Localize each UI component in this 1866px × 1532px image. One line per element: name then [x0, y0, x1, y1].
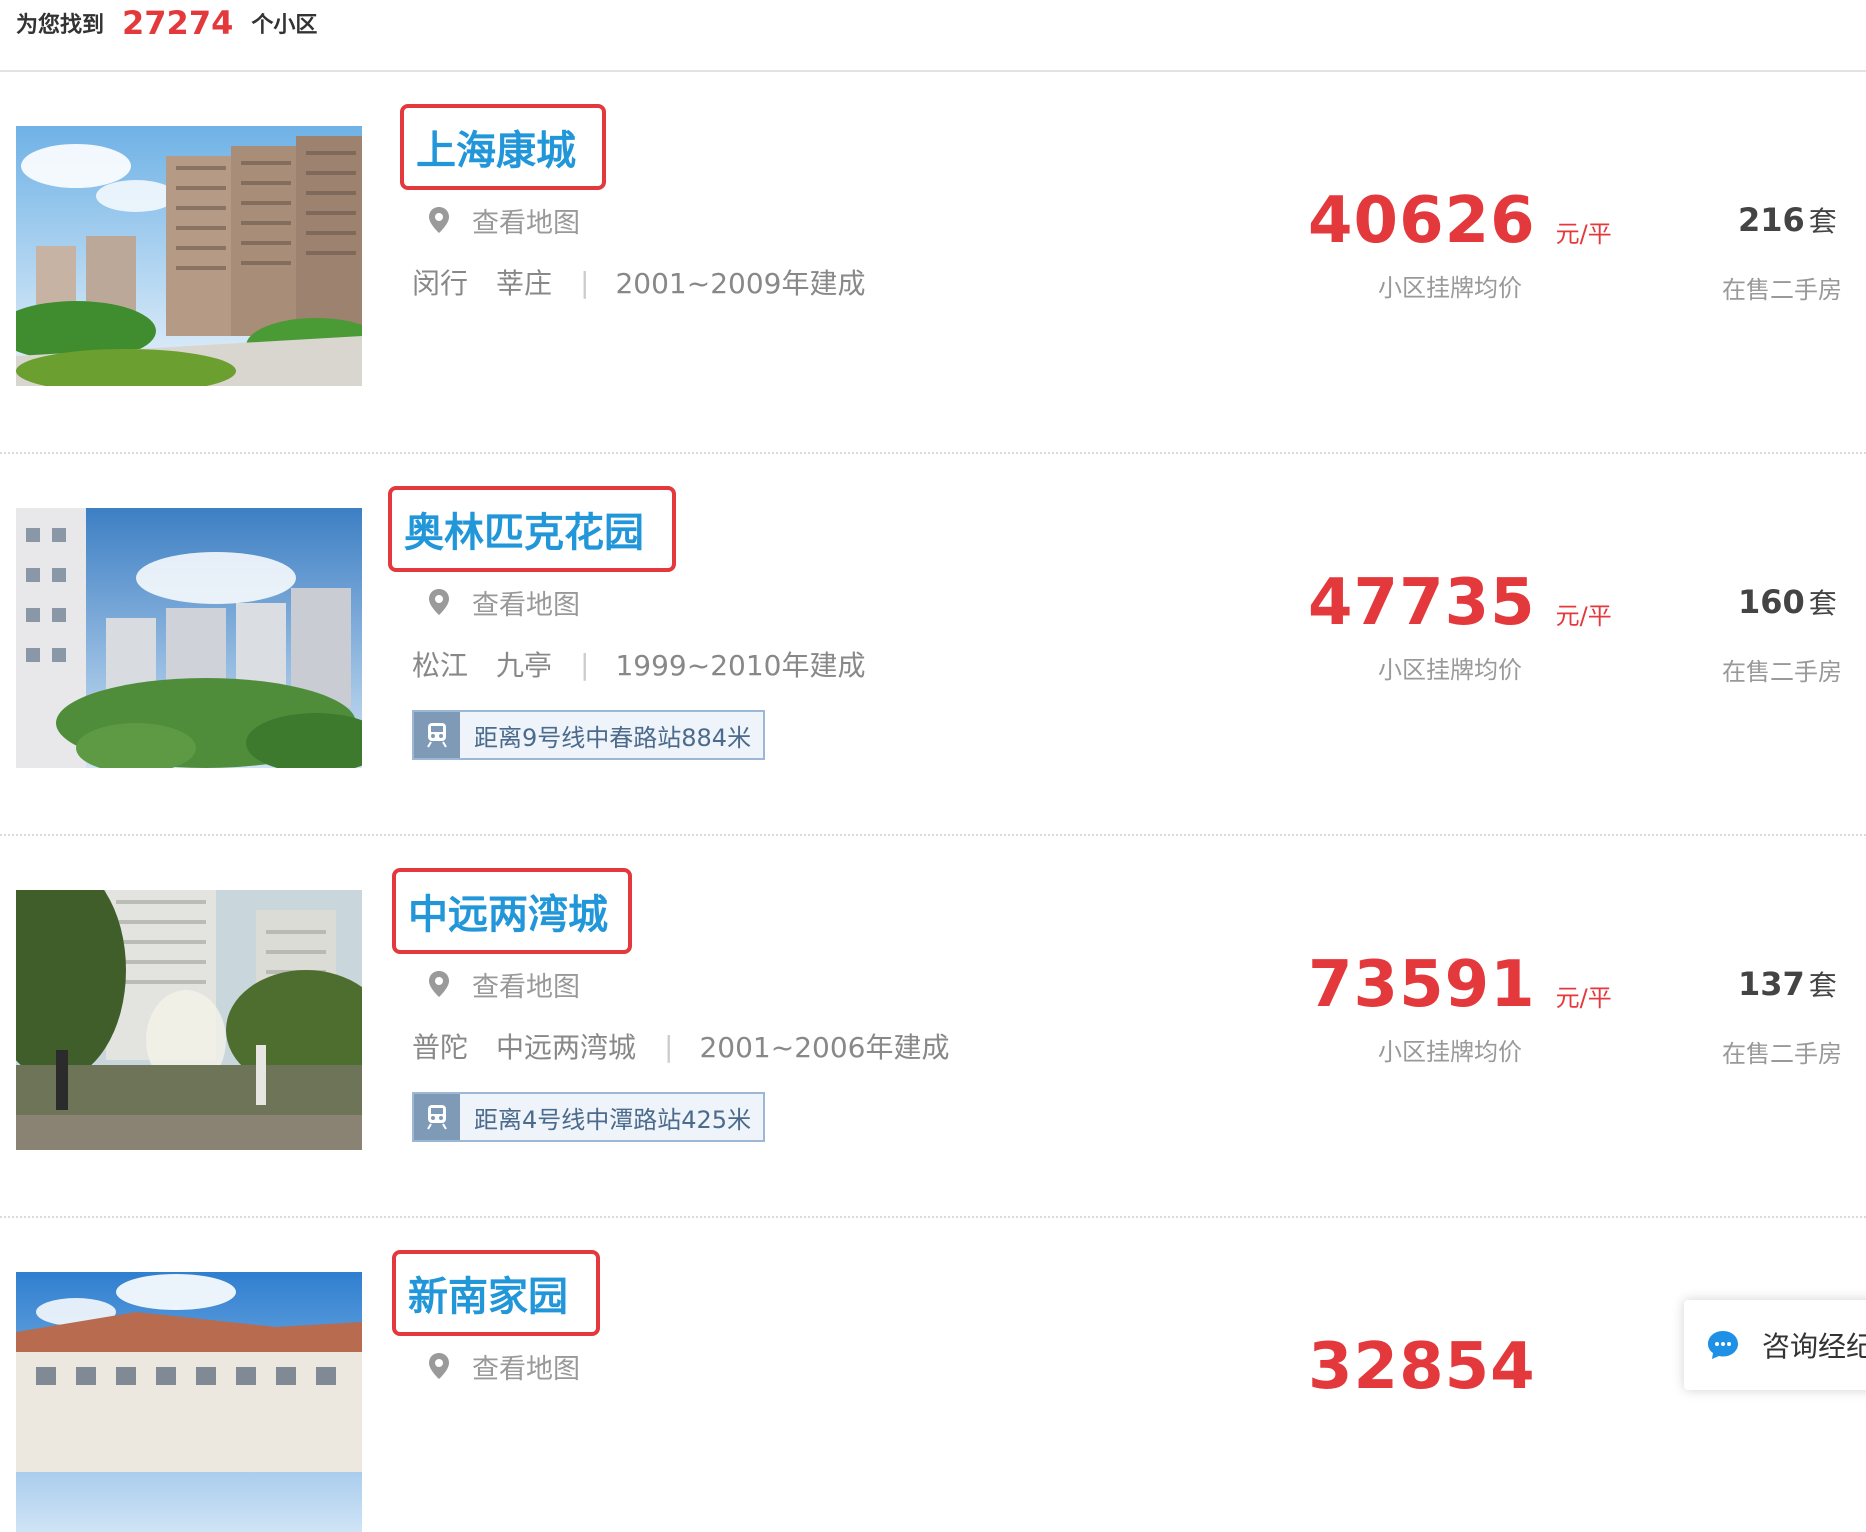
listing-title-box: 新南家园: [392, 1250, 600, 1336]
avg-price: 73591 元/平: [1308, 948, 1612, 1022]
meta-separator: |: [580, 647, 590, 681]
listing-title-box: 上海康城: [400, 104, 606, 190]
listing-title-link[interactable]: 中远两湾城: [408, 882, 608, 940]
listing-meta: 闵行 莘庄 | 2001~2009年建成: [412, 260, 865, 304]
meta-separator: |: [580, 265, 590, 299]
view-map-label: 查看地图: [472, 1353, 580, 1385]
district[interactable]: 闵行: [412, 262, 468, 302]
consult-agent-label: 咨询经纪人: [1762, 1330, 1866, 1363]
avg-price: 32854: [1308, 1330, 1536, 1404]
avg-price: 40626 元/平: [1308, 184, 1612, 258]
listing-photo[interactable]: [16, 126, 362, 386]
on-sale-count[interactable]: 160 套: [1738, 582, 1837, 622]
on-sale-count[interactable]: 216 套: [1738, 200, 1837, 240]
view-map-link[interactable]: 查看地图: [428, 1344, 580, 1388]
listing-item: 新南家园 查看地图 32854: [0, 1218, 1866, 1532]
build-years: 2001~2006年建成: [699, 1031, 950, 1064]
listing-photo[interactable]: [16, 508, 362, 768]
listing-item: 上海康城 查看地图 闵行 莘庄 | 2001~2009年建成 40626 元/平…: [0, 72, 1866, 454]
summary-suffix: 个小区: [251, 13, 318, 38]
price-value: 47735: [1308, 566, 1536, 640]
chat-bubble-icon: [1708, 1331, 1738, 1359]
listing-title-link[interactable]: 奥林匹克花园: [404, 500, 644, 558]
price-unit: 元/平: [1555, 984, 1612, 1012]
district[interactable]: 普陀: [412, 1026, 468, 1066]
price-unit: 元/平: [1555, 602, 1612, 630]
subway-train-icon: [414, 1094, 460, 1140]
location-pin-icon: [429, 589, 449, 615]
subway-distance: 距离4号线中潭路站425米: [474, 1105, 752, 1134]
stock-value: 137: [1738, 965, 1805, 1003]
price-label: 小区挂牌均价: [1378, 274, 1522, 302]
stock-label: 在售二手房: [1722, 658, 1842, 686]
listing-item: 奥林匹克花园 查看地图 松江 九亭 | 1999~2010年建成 距离9号线中春…: [0, 454, 1866, 836]
listing-meta: 普陀 中远两湾城 | 2001~2006年建成: [412, 1024, 949, 1068]
price-value: 32854: [1308, 1330, 1536, 1404]
location-pin-icon: [429, 1353, 449, 1379]
stock-unit: 套: [1808, 205, 1837, 238]
subway-tag: 距离9号线中春路站884米: [412, 710, 766, 760]
district[interactable]: 松江: [412, 644, 468, 684]
build-years: 2001~2009年建成: [615, 267, 866, 300]
location-pin-icon: [429, 971, 449, 997]
price-unit: 元/平: [1555, 220, 1612, 248]
listing-title-link[interactable]: 新南家园: [408, 1264, 568, 1322]
area[interactable]: 莘庄: [496, 262, 552, 302]
view-map-link[interactable]: 查看地图: [428, 580, 580, 624]
price-value: 73591: [1308, 948, 1536, 1022]
view-map-link[interactable]: 查看地图: [428, 962, 580, 1006]
build-years: 1999~2010年建成: [615, 649, 866, 682]
listing-meta: 松江 九亭 | 1999~2010年建成: [412, 642, 865, 686]
price-label: 小区挂牌均价: [1378, 656, 1522, 684]
listing-title-box: 奥林匹克花园: [388, 486, 676, 572]
stock-value: 216: [1738, 201, 1805, 239]
on-sale-count[interactable]: 137 套: [1738, 964, 1837, 1004]
price-value: 40626: [1308, 184, 1536, 258]
listing-item: 中远两湾城 查看地图 普陀 中远两湾城 | 2001~2006年建成 距离4号线…: [0, 836, 1866, 1218]
area[interactable]: 中远两湾城: [496, 1026, 636, 1066]
price-label: 小区挂牌均价: [1378, 1038, 1522, 1066]
location-pin-icon: [429, 207, 449, 233]
view-map-label: 查看地图: [472, 207, 580, 239]
stock-label: 在售二手房: [1722, 276, 1842, 304]
listing-title-box: 中远两湾城: [392, 868, 632, 954]
view-map-label: 查看地图: [472, 971, 580, 1003]
stock-unit: 套: [1808, 587, 1837, 620]
result-summary: 为您找到 27274 个小区: [16, 0, 317, 46]
avg-price: 47735 元/平: [1308, 566, 1612, 640]
view-map-label: 查看地图: [472, 589, 580, 621]
area[interactable]: 九亭: [496, 644, 552, 684]
view-map-link[interactable]: 查看地图: [428, 198, 580, 242]
listing-photo[interactable]: [16, 1272, 362, 1532]
stock-label: 在售二手房: [1722, 1040, 1842, 1068]
stock-value: 160: [1738, 583, 1805, 621]
result-count: 27274: [122, 4, 234, 42]
subway-distance: 距离9号线中春路站884米: [474, 723, 752, 752]
listing-title-link[interactable]: 上海康城: [416, 118, 576, 176]
meta-separator: |: [664, 1029, 674, 1063]
summary-prefix: 为您找到: [16, 13, 105, 38]
subway-train-icon: [414, 712, 460, 758]
listing-photo[interactable]: [16, 890, 362, 1150]
stock-unit: 套: [1808, 969, 1837, 1002]
subway-tag: 距离4号线中潭路站425米: [412, 1092, 766, 1142]
consult-agent-button[interactable]: 咨询经纪人: [1684, 1300, 1866, 1390]
